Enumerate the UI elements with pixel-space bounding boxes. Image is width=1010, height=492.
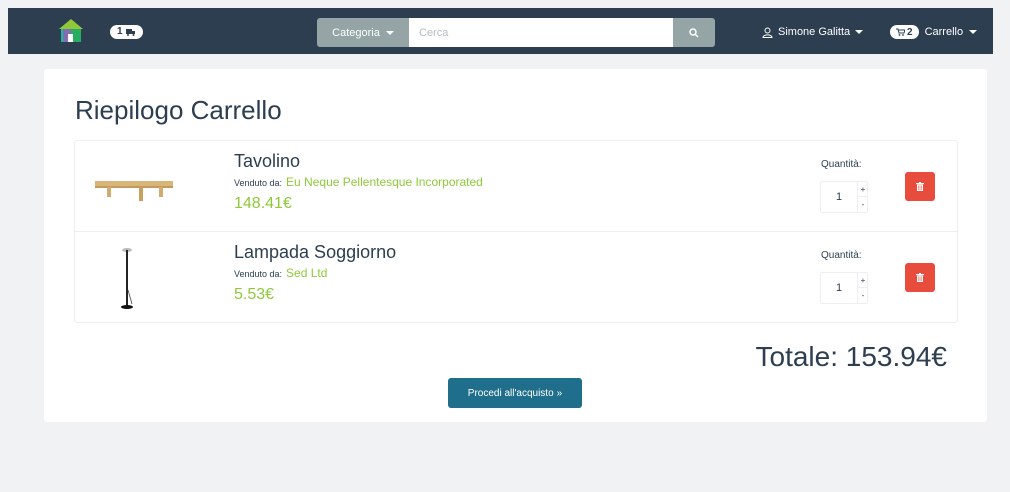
quantity-increment-button[interactable]: +	[857, 273, 868, 288]
cart-count: 2	[907, 26, 913, 38]
trash-icon	[916, 182, 924, 191]
chevron-down-icon	[385, 30, 394, 35]
seller-info: Venduto da: Sed Ltd	[234, 266, 327, 280]
search-input[interactable]	[409, 18, 673, 47]
checkout-button[interactable]: Procedi all'acquisto »	[448, 378, 582, 408]
shipments-count: 1	[117, 26, 123, 37]
search-icon	[689, 27, 699, 38]
quantity-input[interactable]	[821, 273, 857, 303]
category-dropdown-button[interactable]: Categoria	[317, 18, 409, 47]
user-name: Simone Galitta	[778, 26, 851, 38]
double-chevron-right-icon: »	[556, 387, 563, 399]
seller-link[interactable]: Sed Ltd	[286, 266, 327, 280]
product-price: 148.41€	[234, 195, 292, 212]
product-price: 5.53€	[234, 286, 275, 303]
quantity-decrement-button[interactable]: -	[857, 197, 868, 212]
remove-item-button[interactable]	[905, 263, 935, 292]
house-logo-icon[interactable]	[56, 16, 86, 44]
shipments-badge[interactable]: 1	[110, 25, 143, 39]
cart-badge: 2	[890, 25, 919, 39]
seller-link[interactable]: Eu Neque Pellentesque Incorporated	[286, 175, 483, 189]
user-icon	[762, 27, 773, 38]
user-menu[interactable]: Simone Galitta	[762, 24, 864, 40]
product-name[interactable]: Lampada Soggiorno	[234, 242, 396, 263]
cart-label: Carrello	[924, 26, 964, 38]
cart-icon	[896, 28, 905, 36]
remove-item-button[interactable]	[905, 172, 935, 201]
truck-icon	[125, 29, 135, 36]
checkout-label: Procedi all'acquisto	[467, 387, 554, 399]
sold-by-label: Venduto da:	[234, 178, 283, 188]
coffee-table-image	[95, 181, 173, 201]
chevron-down-icon	[969, 30, 978, 34]
cart-summary-panel: Riepilogo Carrello Tavolino Venduto da: …	[44, 69, 987, 422]
search-button[interactable]	[673, 18, 715, 47]
quantity-stepper: + -	[820, 181, 868, 213]
floor-lamp-image	[121, 248, 133, 309]
cart-item: Lampada Soggiorno Venduto da: Sed Ltd 5.…	[75, 232, 957, 323]
quantity-increment-button[interactable]: +	[857, 182, 868, 197]
page-title: Riepilogo Carrello	[75, 95, 282, 125]
cart-menu[interactable]: 2 Carrello	[890, 24, 978, 40]
quantity-label: Quantità:	[821, 159, 862, 170]
trash-icon	[916, 273, 924, 282]
cart-total: Totale: 153.94€	[755, 341, 948, 372]
navbar: 1 Categoria Simone Galitta	[8, 8, 993, 54]
cart-list: Tavolino Venduto da: Eu Neque Pellentesq…	[74, 140, 958, 323]
seller-info: Venduto da: Eu Neque Pellentesque Incorp…	[234, 175, 483, 189]
quantity-input[interactable]	[821, 182, 857, 212]
quantity-label: Quantità:	[821, 250, 862, 261]
quantity-decrement-button[interactable]: -	[857, 288, 868, 303]
cart-item: Tavolino Venduto da: Eu Neque Pellentesq…	[75, 141, 957, 232]
quantity-stepper: + -	[820, 272, 868, 304]
product-name[interactable]: Tavolino	[234, 151, 300, 172]
sold-by-label: Venduto da:	[234, 269, 283, 279]
chevron-down-icon	[855, 30, 864, 34]
category-label: Categoria	[332, 26, 380, 39]
